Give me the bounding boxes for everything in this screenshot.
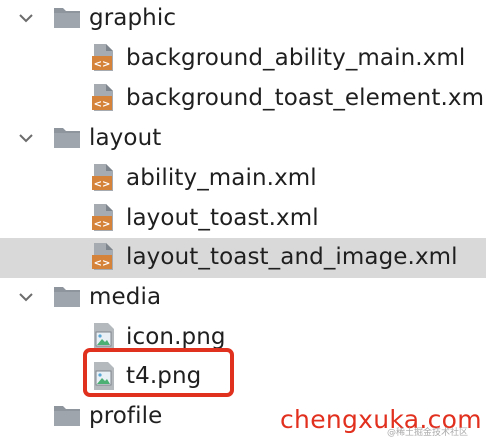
folder-icon: [54, 128, 80, 148]
tree-row-layout-toast-and-image[interactable]: <> layout_toast_and_image.xml: [0, 238, 486, 278]
xml-file-icon: <>: [92, 243, 113, 270]
tree-row-media-folder[interactable]: media: [0, 278, 486, 318]
chevron-down-icon[interactable]: [16, 128, 36, 148]
tree-row-background-ability-main[interactable]: <> background_ability_main.xml: [0, 39, 486, 79]
file-label: layout_toast_and_image.xml: [126, 244, 458, 270]
project-file-tree: graphic <> background_ability_main.xml <…: [0, 0, 486, 446]
tree-row-t4-png[interactable]: t4.png: [0, 357, 486, 397]
xml-file-icon: <>: [92, 84, 113, 111]
chevron-down-icon[interactable]: [16, 287, 36, 307]
svg-text:<>: <>: [94, 179, 111, 190]
folder-icon: [54, 406, 80, 426]
svg-text:<>: <>: [94, 258, 111, 269]
folder-icon: [54, 287, 80, 307]
folder-label: graphic: [89, 5, 177, 31]
file-label: background_ability_main.xml: [126, 45, 466, 71]
xml-file-icon: <>: [92, 204, 113, 231]
xml-file-icon: <>: [92, 44, 113, 71]
chevron-down-icon[interactable]: [16, 8, 36, 28]
watermark-small-text: @稀土掘金技术社区: [387, 428, 469, 438]
tree-row-graphic-folder[interactable]: graphic: [0, 0, 486, 39]
tree-row-layout-toast[interactable]: <> layout_toast.xml: [0, 199, 486, 239]
file-label: layout_toast.xml: [126, 205, 319, 231]
xml-file-icon: <>: [92, 164, 113, 191]
svg-text:<>: <>: [94, 59, 111, 70]
folder-label: layout: [89, 125, 162, 151]
tree-row-icon-png[interactable]: icon.png: [0, 318, 486, 358]
tree-row-layout-folder[interactable]: layout: [0, 119, 486, 159]
svg-text:<>: <>: [94, 219, 111, 230]
tree-row-background-toast-element[interactable]: <> background_toast_element.xml: [0, 79, 486, 119]
folder-icon: [54, 8, 80, 28]
file-label: ability_main.xml: [126, 165, 317, 191]
folder-label: media: [89, 284, 162, 310]
tree-row-ability-main[interactable]: <> ability_main.xml: [0, 159, 486, 199]
file-label: background_toast_element.xml: [126, 85, 486, 111]
folder-label: profile: [89, 403, 163, 429]
svg-text:<>: <>: [94, 99, 111, 110]
highlight-annotation-box: [83, 348, 234, 397]
